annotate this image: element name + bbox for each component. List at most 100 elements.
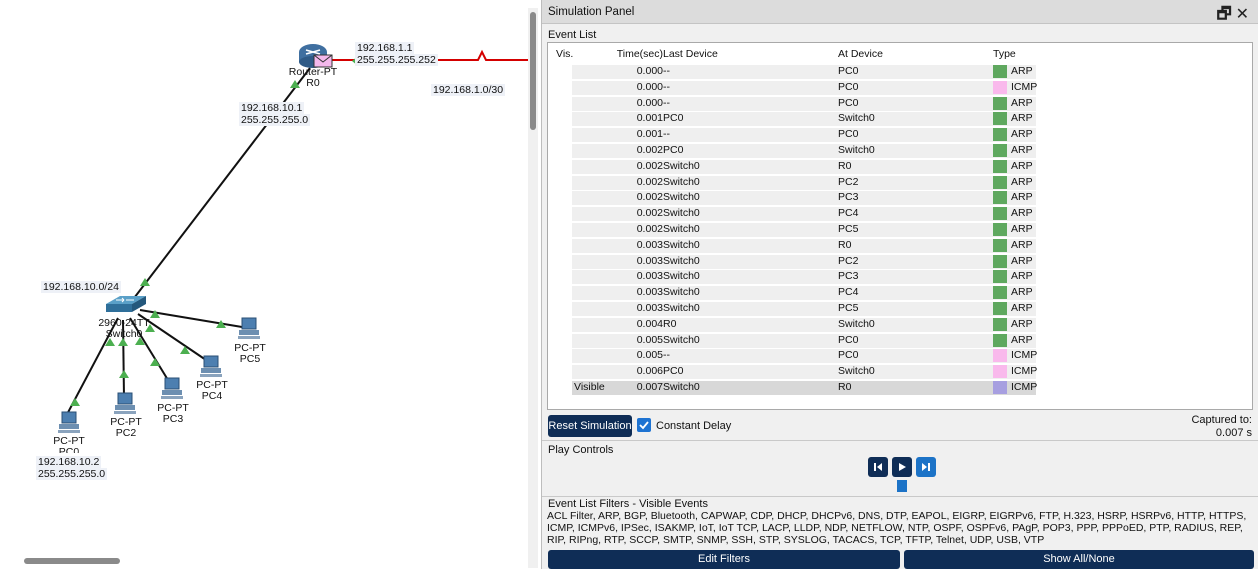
horizontal-scroll-thumb[interactable] bbox=[24, 558, 120, 564]
type-label: ARP bbox=[1011, 238, 1033, 251]
pc0-name-label: PC0 bbox=[58, 447, 80, 453]
visible-events-list: ACL Filter, ARP, BGP, Bluetooth, CAPWAP,… bbox=[547, 510, 1247, 546]
table-row[interactable]: 0.005 -- PC0 ICMP bbox=[548, 348, 1252, 364]
table-row[interactable]: 0.006 PC0 Switch0 ICMP bbox=[548, 364, 1252, 380]
type-color-swatch[interactable] bbox=[993, 302, 1007, 315]
table-row[interactable]: 0.002 PC0 Switch0 ARP bbox=[548, 143, 1252, 158]
cell-time: 0.000 bbox=[636, 80, 663, 93]
cell-type: ARP bbox=[993, 96, 1033, 111]
type-color-swatch[interactable] bbox=[993, 223, 1007, 236]
pc-icon[interactable] bbox=[161, 377, 183, 399]
type-color-swatch[interactable] bbox=[993, 112, 1007, 126]
cell-last-device: Switch0 bbox=[663, 175, 700, 188]
type-color-swatch[interactable] bbox=[993, 365, 1007, 379]
pc0-type-label: PC-PT bbox=[53, 435, 85, 447]
table-row[interactable]: 0.003 Switch0 PC2 ARP bbox=[548, 254, 1252, 269]
type-color-swatch[interactable] bbox=[993, 191, 1007, 205]
cell-type: ICMP bbox=[993, 80, 1037, 95]
table-row[interactable]: 0.000 -- PC0 ICMP bbox=[548, 80, 1252, 95]
type-color-swatch[interactable] bbox=[993, 270, 1007, 284]
cell-at-device: PC0 bbox=[838, 80, 859, 93]
type-label: ARP bbox=[1011, 96, 1033, 109]
type-label: ARP bbox=[1011, 65, 1033, 77]
table-row[interactable]: 0.000 -- PC0 ARP bbox=[548, 96, 1252, 111]
step-forward-icon bbox=[922, 463, 930, 471]
type-color-swatch[interactable] bbox=[993, 317, 1007, 331]
table-row[interactable]: 0.003 Switch0 PC5 ARP bbox=[548, 301, 1252, 316]
cell-last-device: -- bbox=[663, 65, 670, 77]
table-row[interactable]: 0.001 PC0 Switch0 ARP bbox=[548, 111, 1252, 127]
table-row[interactable]: 0.005 Switch0 PC0 ARP bbox=[548, 333, 1252, 348]
cell-time: 0.001 bbox=[636, 128, 663, 141]
vertical-scroll-thumb[interactable] bbox=[530, 12, 536, 130]
type-label: ICMP bbox=[1011, 365, 1038, 378]
column-header-vis[interactable]: Vis. bbox=[556, 47, 614, 62]
type-color-swatch[interactable] bbox=[993, 96, 1007, 110]
topology-canvas[interactable]: Router-PT R0 192.168.1.1 255.255.255.252… bbox=[0, 0, 541, 569]
pc-icon[interactable] bbox=[58, 411, 80, 433]
edit-filters-button[interactable]: Edit Filters bbox=[548, 550, 900, 569]
type-color-swatch[interactable] bbox=[993, 65, 1007, 78]
cell-type: ARP bbox=[993, 206, 1033, 221]
playback-speed-slider[interactable] bbox=[897, 480, 907, 492]
type-color-swatch[interactable] bbox=[993, 175, 1007, 189]
cell-last-device: -- bbox=[663, 80, 670, 93]
table-row[interactable]: Visible 0.007 Switch0 R0 ICMP bbox=[548, 380, 1252, 395]
cell-type: ARP bbox=[993, 127, 1033, 142]
play-button[interactable] bbox=[892, 457, 912, 477]
table-row[interactable]: 0.004 R0 Switch0 ARP bbox=[548, 317, 1252, 332]
type-color-swatch[interactable] bbox=[993, 238, 1007, 252]
capture-forward-button[interactable] bbox=[916, 457, 936, 477]
column-header-at-device[interactable]: At Device bbox=[838, 47, 883, 62]
switch-icon[interactable] bbox=[106, 296, 146, 312]
router-wan-mask: 255.255.255.252 bbox=[355, 54, 438, 66]
column-header-type[interactable]: Type bbox=[993, 47, 1016, 62]
type-label: ARP bbox=[1011, 112, 1033, 125]
cell-last-device: Switch0 bbox=[663, 286, 700, 299]
type-color-swatch[interactable] bbox=[993, 144, 1007, 157]
type-color-swatch[interactable] bbox=[993, 80, 1007, 94]
close-icon[interactable]: ✕ bbox=[1236, 6, 1253, 23]
type-label: ARP bbox=[1011, 270, 1033, 283]
cell-type: ARP bbox=[993, 159, 1033, 174]
type-color-swatch[interactable] bbox=[993, 333, 1007, 347]
type-color-swatch[interactable] bbox=[993, 254, 1007, 268]
type-label: ARP bbox=[1011, 317, 1033, 330]
constant-delay-checkbox[interactable] bbox=[637, 418, 651, 432]
type-color-swatch[interactable] bbox=[993, 381, 1007, 394]
table-row[interactable]: 0.002 Switch0 PC4 ARP bbox=[548, 206, 1252, 222]
pc-icon[interactable] bbox=[114, 392, 136, 414]
table-row[interactable]: 0.002 Switch0 PC5 ARP bbox=[548, 222, 1252, 237]
cell-time: 0.003 bbox=[636, 238, 663, 251]
table-row[interactable]: 0.001 -- PC0 ARP bbox=[548, 127, 1252, 143]
cell-at-device: PC4 bbox=[838, 286, 859, 299]
cell-at-device: PC4 bbox=[838, 207, 859, 220]
table-row[interactable]: 0.003 Switch0 R0 ARP bbox=[548, 238, 1252, 253]
type-color-swatch[interactable] bbox=[993, 349, 1007, 363]
event-filters-label: Event List Filters - Visible Events bbox=[548, 498, 708, 510]
cell-time: 0.002 bbox=[636, 144, 663, 156]
vertical-scrollbar[interactable] bbox=[528, 8, 538, 568]
column-header-time[interactable]: Time(sec) bbox=[608, 47, 663, 62]
cell-time: 0.005 bbox=[636, 333, 663, 346]
pc-icon[interactable] bbox=[238, 317, 260, 339]
table-row[interactable]: 0.002 Switch0 PC2 ARP bbox=[548, 175, 1252, 190]
type-color-swatch[interactable] bbox=[993, 159, 1007, 173]
back-button[interactable] bbox=[868, 457, 888, 477]
table-row[interactable]: 0.002 Switch0 R0 ARP bbox=[548, 159, 1252, 174]
event-list-table[interactable]: Vis. Time(sec) Last Device At Device Typ… bbox=[547, 42, 1253, 410]
table-row[interactable]: 0.003 Switch0 PC4 ARP bbox=[548, 285, 1252, 301]
pc3-name-label: PC3 bbox=[162, 413, 184, 425]
table-row[interactable]: 0.000 -- PC0 ARP bbox=[548, 64, 1252, 79]
reset-simulation-button[interactable]: Reset Simulation bbox=[548, 415, 632, 437]
type-color-swatch[interactable] bbox=[993, 207, 1007, 221]
show-all-none-button[interactable]: Show All/None bbox=[904, 550, 1254, 569]
column-header-last-device[interactable]: Last Device bbox=[663, 47, 718, 62]
undock-icon[interactable]: 🗗 bbox=[1217, 6, 1236, 23]
table-row[interactable]: 0.003 Switch0 PC3 ARP bbox=[548, 269, 1252, 285]
cell-type: ARP bbox=[993, 175, 1033, 190]
type-color-swatch[interactable] bbox=[993, 128, 1007, 142]
table-row[interactable]: 0.002 Switch0 PC3 ARP bbox=[548, 190, 1252, 206]
constant-delay-label: Constant Delay bbox=[656, 420, 732, 432]
type-color-swatch[interactable] bbox=[993, 286, 1007, 300]
